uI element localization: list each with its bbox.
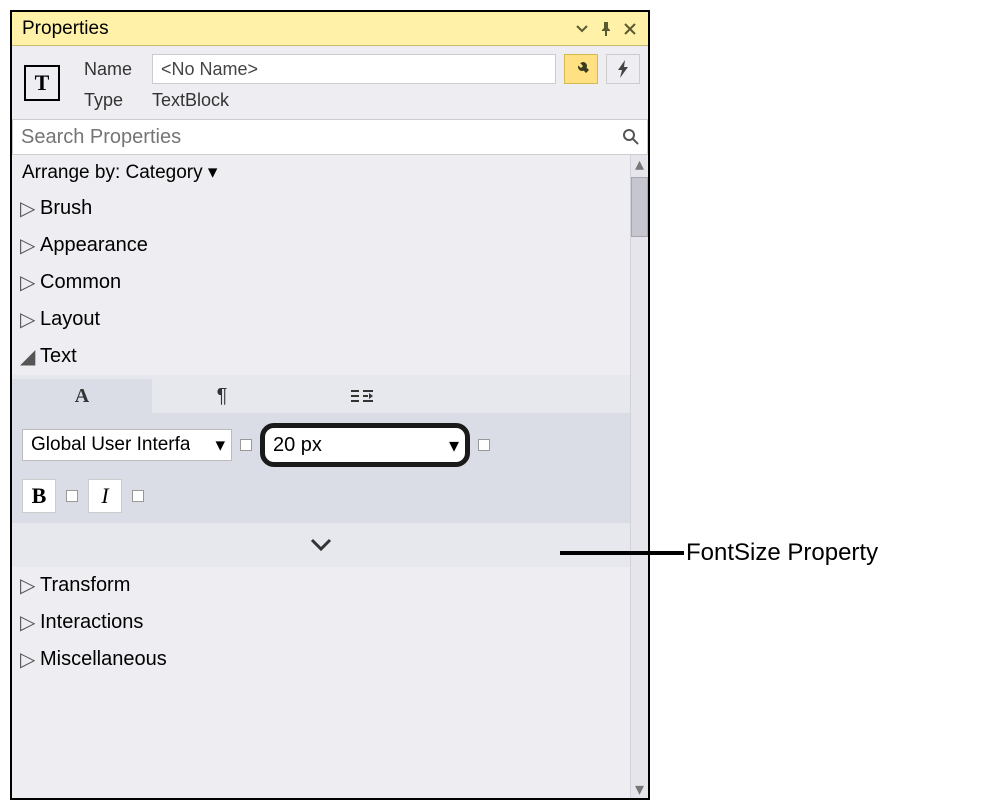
font-size-marker[interactable]	[478, 439, 490, 451]
scroll-thumb[interactable]	[631, 177, 648, 237]
text-category-body: A ¶ Global User Interfa ▾ 20 px	[12, 375, 630, 567]
panel-title: Properties	[22, 18, 570, 40]
indent-icon	[351, 389, 373, 403]
search-input[interactable]	[13, 122, 615, 153]
lightning-icon	[616, 60, 630, 78]
text-paragraph-tab[interactable]: ¶	[152, 379, 292, 413]
chevron-down-icon: ▾	[208, 162, 218, 183]
annotation-label: FontSize Property	[686, 539, 878, 567]
search-icon[interactable]	[615, 129, 647, 145]
expand-icon: ▷	[20, 610, 34, 635]
category-transform[interactable]: ▷ Transform	[12, 567, 630, 604]
scroll-up-icon[interactable]: ▴	[631, 155, 648, 173]
window-options-icon[interactable]	[570, 17, 594, 41]
chevron-down-icon: ▾	[215, 434, 225, 457]
annotation-callout: FontSize Property	[560, 533, 878, 573]
category-layout[interactable]: ▷ Layout	[12, 301, 630, 338]
scroll-down-icon[interactable]: ▾	[631, 780, 648, 798]
vertical-scrollbar[interactable]: ▴ ▾	[630, 155, 648, 798]
element-type-icon: T	[24, 65, 60, 101]
wrench-icon	[572, 60, 590, 78]
expand-icon: ▷	[20, 196, 34, 221]
collapse-icon: ◢	[20, 344, 34, 369]
show-more-button[interactable]	[12, 523, 630, 567]
expand-icon: ▷	[20, 233, 34, 258]
expand-icon: ▷	[20, 270, 34, 295]
properties-panel: Properties T Name Type TextBlock	[10, 10, 650, 800]
events-mode-button[interactable]	[606, 54, 640, 84]
bold-button[interactable]: B	[22, 479, 56, 513]
category-miscellaneous[interactable]: ▷ Miscellaneous	[12, 641, 630, 678]
italic-marker[interactable]	[132, 490, 144, 502]
expand-icon: ▷	[20, 573, 34, 598]
close-icon[interactable]	[618, 17, 642, 41]
properties-list: Arrange by: Category ▾ ▷ Brush ▷ Appeara…	[12, 155, 630, 798]
category-interactions[interactable]: ▷ Interactions	[12, 604, 630, 641]
name-input[interactable]	[152, 54, 556, 84]
bold-marker[interactable]	[66, 490, 78, 502]
titlebar: Properties	[12, 12, 648, 46]
font-size-dropdown[interactable]: 20 px ▾	[260, 423, 470, 467]
chevron-down-icon: ▾	[449, 433, 459, 458]
category-text[interactable]: ◢ Text	[12, 338, 630, 375]
pin-icon[interactable]	[594, 17, 618, 41]
italic-button[interactable]: I	[88, 479, 122, 513]
text-font-tab[interactable]: A	[12, 379, 152, 413]
arrange-by-dropdown[interactable]: Arrange by: Category ▾	[12, 155, 630, 190]
properties-mode-button[interactable]	[564, 54, 598, 84]
category-brush[interactable]: ▷ Brush	[12, 190, 630, 227]
expand-icon: ▷	[20, 307, 34, 332]
selection-header: T Name Type TextBlock	[12, 46, 648, 119]
expand-icon: ▷	[20, 647, 34, 672]
font-family-dropdown[interactable]: Global User Interfa ▾	[22, 429, 232, 461]
search-row	[12, 119, 648, 155]
category-common[interactable]: ▷ Common	[12, 264, 630, 301]
chevron-down-icon	[310, 538, 332, 552]
font-family-marker[interactable]	[240, 439, 252, 451]
type-value: TextBlock	[152, 90, 556, 111]
category-appearance[interactable]: ▷ Appearance	[12, 227, 630, 264]
type-label: Type	[84, 90, 144, 111]
text-indent-tab[interactable]	[292, 379, 432, 413]
name-label: Name	[84, 59, 144, 80]
